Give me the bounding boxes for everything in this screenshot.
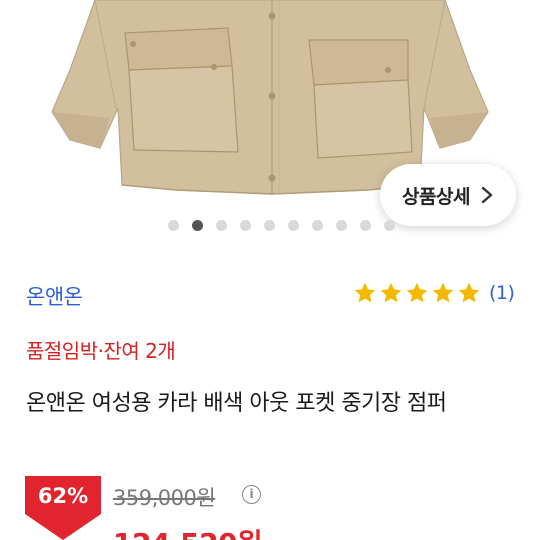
star-icon <box>458 282 480 303</box>
product-detail-button[interactable]: 상품상세 <box>380 164 516 226</box>
carousel-dot[interactable] <box>192 220 203 231</box>
carousel-dot[interactable] <box>312 220 323 231</box>
carousel-indicator <box>0 219 540 233</box>
stock-notice: 품절임박·잔여 2개 <box>26 339 176 363</box>
star-icon <box>406 282 428 303</box>
star-icon <box>432 282 454 303</box>
star-icon <box>354 282 376 303</box>
rating[interactable]: (1) <box>353 281 515 305</box>
carousel-dot[interactable] <box>384 220 395 231</box>
original-price: 359,000원 <box>113 486 216 510</box>
carousel-dot[interactable] <box>216 220 227 231</box>
carousel-dot[interactable] <box>336 220 347 231</box>
discount-rate: 62% <box>37 484 89 508</box>
brand-link[interactable]: 온앤온 <box>26 281 83 311</box>
review-count: (1) <box>489 282 515 304</box>
carousel-dot[interactable] <box>240 220 251 231</box>
chevron-right-icon <box>481 186 493 204</box>
carousel-dot[interactable] <box>288 220 299 231</box>
carousel-dot[interactable] <box>168 220 179 231</box>
product-title: 온앤온 여성용 카라 배색 아웃 포켓 중기장 점퍼 <box>26 391 447 416</box>
carousel-dot[interactable] <box>360 220 371 231</box>
sale-price: 124,520원 <box>113 522 263 540</box>
info-icon[interactable]: i <box>242 485 261 504</box>
product-detail-label: 상품상세 <box>402 185 470 208</box>
carousel-dot[interactable] <box>264 220 275 231</box>
star-icon <box>380 282 402 303</box>
discount-badge: 62% <box>25 476 107 540</box>
